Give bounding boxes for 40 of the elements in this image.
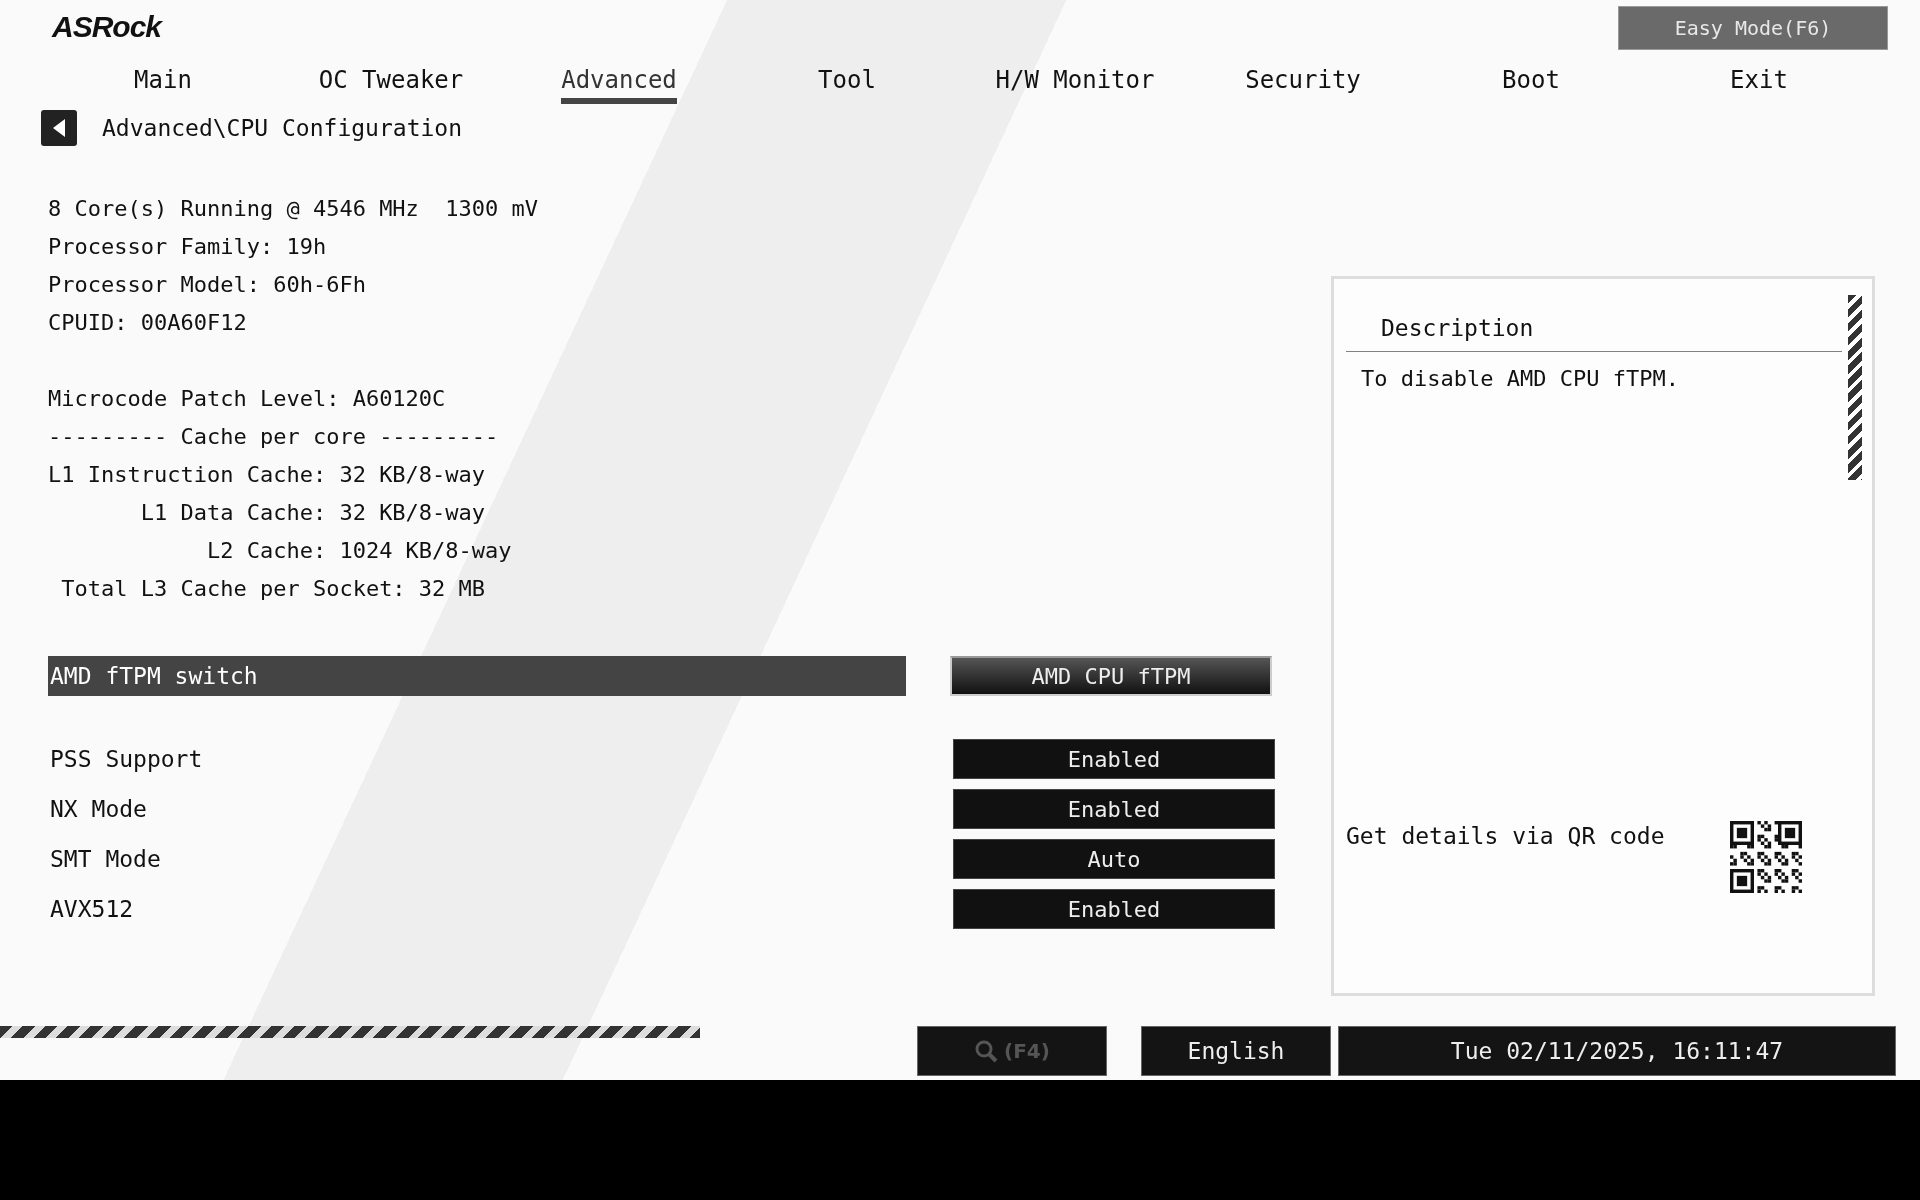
menu-tab[interactable]: Security (1245, 66, 1361, 98)
search-icon (974, 1039, 999, 1063)
description-title: Description (1346, 315, 1842, 352)
menu-tab[interactable]: Tool (818, 66, 876, 98)
info-text: Microcode Patch Level: A60120C (48, 385, 447, 413)
info-text: CPUID: 00A60F12 (48, 309, 248, 337)
scrollbar-thumb[interactable] (1848, 295, 1862, 480)
option-dropdown[interactable]: Enabled (953, 889, 1275, 929)
info-text: L2 Cache: 1024 KB/8-way (205, 537, 513, 565)
menu-tab[interactable]: Boot (1502, 66, 1560, 98)
info-text: --------- Cache per core --------- (48, 423, 500, 451)
menu-tab[interactable]: Advanced (561, 66, 677, 104)
logo: ASRock (52, 10, 162, 44)
back-icon[interactable] (41, 110, 77, 146)
option-dropdown[interactable]: Auto (953, 839, 1275, 879)
breadcrumb: Advanced\CPU Configuration (102, 115, 463, 141)
info-text: L1 Instruction Cache: 32 KB/8-way (48, 461, 487, 489)
date-time: Tue 02/11/2025, 16:11:47 (1338, 1026, 1896, 1076)
info-text: L1 Data Cache: 32 KB/8-way (139, 499, 487, 527)
setting-label[interactable]: PSS Support (48, 739, 906, 779)
info-text: Processor Model: 60h-6Fh (48, 271, 367, 299)
menu-tab[interactable]: OC Tweaker (318, 66, 464, 98)
info-text: Total L3 Cache per Socket: 32 MB (60, 575, 487, 603)
menu-tab[interactable]: Main (134, 66, 192, 98)
menu-tab[interactable]: H/W Monitor (995, 66, 1155, 98)
highlighted-setting-label[interactable]: AMD fTPM switch (48, 656, 906, 696)
option-dropdown[interactable]: Enabled (953, 789, 1275, 829)
qr-label: Get details via QR code (1346, 823, 1665, 849)
submenu-button[interactable]: AMD CPU fTPM (950, 656, 1272, 696)
setting-label[interactable]: AVX512 (48, 889, 906, 929)
qr-code-icon (1730, 821, 1802, 893)
setting-label[interactable]: NX Mode (48, 789, 906, 829)
info-text: Processor Family: 19h (48, 233, 328, 261)
easy-mode-button[interactable]: Easy Mode(F6) (1618, 6, 1888, 50)
description-text: To disable AMD CPU fTPM. (1360, 365, 1680, 391)
language-button[interactable]: English (1141, 1026, 1331, 1076)
info-text: 8 Core(s) Running @ 4546 MHz 1300 mV (48, 195, 540, 223)
setting-label[interactable]: SMT Mode (48, 839, 906, 879)
menu-tab[interactable]: Exit (1730, 66, 1788, 98)
option-dropdown[interactable]: Enabled (953, 739, 1275, 779)
